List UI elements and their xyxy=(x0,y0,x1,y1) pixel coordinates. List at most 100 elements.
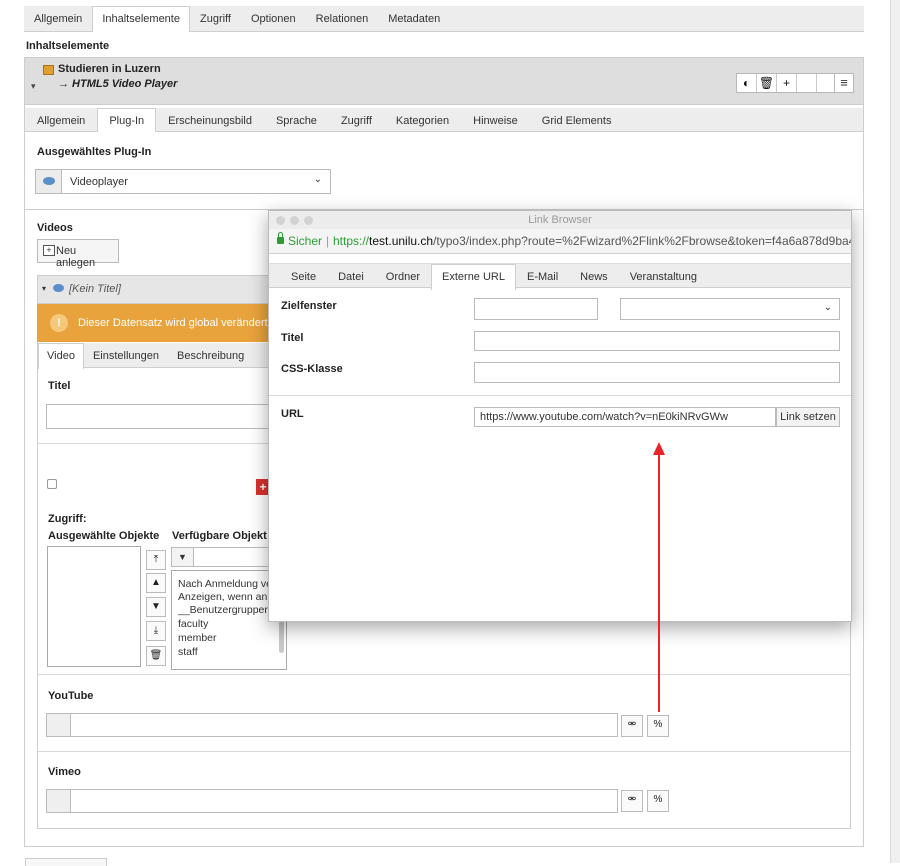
trash-icon[interactable]: 🗑 xyxy=(757,74,777,92)
css-class-label: CSS-Klasse xyxy=(281,363,343,375)
checkbox[interactable] xyxy=(47,479,57,489)
empty-button[interactable] xyxy=(797,74,817,92)
set-link-button[interactable]: Link setzen xyxy=(776,407,840,427)
link-type-tab-bar: Seite Datei Ordner Externe URL E-Mail Ne… xyxy=(269,263,851,290)
plus-icon[interactable]: + xyxy=(777,74,797,92)
link-browser-window: Link Browser Sicher | https://test.unilu… xyxy=(268,210,852,622)
youtube-input-addon xyxy=(47,714,71,736)
trash-icon[interactable]: 🗑 xyxy=(146,646,166,666)
link-icon[interactable]: % xyxy=(647,715,669,737)
address-url: https://test.unilu.ch/typo3/index.php?ro… xyxy=(333,229,851,253)
record-type-icon xyxy=(53,284,64,292)
divider xyxy=(38,751,850,752)
available-objects-label: Verfügbare Objekt xyxy=(172,530,267,542)
target-window-input[interactable] xyxy=(474,298,598,320)
tab-email[interactable]: E-Mail xyxy=(516,264,569,287)
tab-externe-url[interactable]: Externe URL xyxy=(431,264,516,290)
exclamation-icon: ! xyxy=(50,314,68,332)
tab-news[interactable]: News xyxy=(569,264,619,287)
chevron-down-icon: ⌄ xyxy=(313,174,322,185)
list-item[interactable]: Nach Anmeldung ve xyxy=(178,578,272,590)
tab-veranstaltung[interactable]: Veranstaltung xyxy=(619,264,708,287)
tab-metadaten[interactable]: Metadaten xyxy=(378,6,450,31)
inner-tab-plugin[interactable]: Plug-In xyxy=(97,108,157,134)
selected-objects-list[interactable] xyxy=(47,546,141,667)
vimeo-input[interactable] xyxy=(46,789,618,813)
target-window-select[interactable]: ⌄ xyxy=(620,298,840,320)
filter-box[interactable]: ▼ xyxy=(171,547,271,567)
link-browser-title: Link Browser xyxy=(528,214,592,226)
top-tab-bar: Allgemein Inhaltselemente Zugriff Option… xyxy=(24,6,864,32)
vimeo-label: Vimeo xyxy=(48,766,81,778)
move-up-icon[interactable]: ▲ xyxy=(146,573,166,593)
inner-tab-allgemein[interactable]: Allgemein xyxy=(25,108,97,131)
tab-seite[interactable]: Seite xyxy=(280,264,327,287)
list-item[interactable]: __Benutzergrupper xyxy=(178,604,268,616)
video-title-label: Titel xyxy=(48,380,71,392)
modal-divider xyxy=(269,395,851,396)
youtube-input[interactable] xyxy=(46,713,618,737)
plugin-select-value: Videoplayer xyxy=(70,176,128,188)
url-input[interactable]: https://www.youtube.com/watch?v=nE0kiNRv… xyxy=(474,407,776,427)
plugin-select-icon-box xyxy=(36,170,62,193)
address-bar[interactable]: Sicher | https://test.unilu.ch/typo3/ind… xyxy=(269,229,851,254)
video-title-input[interactable] xyxy=(46,404,276,429)
tab-zugriff[interactable]: Zugriff xyxy=(190,6,241,31)
header-button-group: ◐ 🗑 + xyxy=(736,73,838,93)
video-tab-beschreibung[interactable]: Beschreibung xyxy=(168,343,253,367)
new-record-icon: + xyxy=(43,245,55,256)
videoplayer-icon xyxy=(43,177,55,185)
tab-optionen[interactable]: Optionen xyxy=(241,6,306,31)
section-title: Inhaltselemente xyxy=(26,40,110,52)
content-element-title: Studieren in Luzern xyxy=(58,63,161,75)
inner-tab-bar: Allgemein Plug-In Erscheinungsbild Sprac… xyxy=(25,108,863,134)
inner-tab-sprache[interactable]: Sprache xyxy=(264,108,329,131)
content-element-icon xyxy=(43,65,54,75)
move-top-icon[interactable]: ⤒ xyxy=(146,550,166,570)
tab-allgemein[interactable]: Allgemein xyxy=(24,6,92,31)
move-down-icon[interactable]: ▼ xyxy=(146,597,166,617)
video-tab-einstellungen[interactable]: Einstellungen xyxy=(84,343,168,367)
collapse-caret-icon[interactable]: ▾ xyxy=(31,81,36,92)
link-browser-titlebar[interactable]: Link Browser xyxy=(269,211,851,229)
selected-objects-label: Ausgewählte Objekte xyxy=(48,530,160,542)
video-tab-video[interactable]: Video xyxy=(38,343,84,369)
hamburger-menu-icon[interactable]: ≡ xyxy=(834,73,854,93)
tab-datei[interactable]: Datei xyxy=(327,264,375,287)
tab-ordner[interactable]: Ordner xyxy=(375,264,431,287)
inner-tab-hinweise[interactable]: Hinweise xyxy=(461,108,530,131)
inner-tab-grid-elements[interactable]: Grid Elements xyxy=(530,108,624,131)
tab-inhaltselemente[interactable]: Inhaltselemente xyxy=(92,6,190,32)
lock-icon xyxy=(277,232,284,244)
link-title-input[interactable] xyxy=(474,331,840,351)
inner-tab-erscheinungsbild[interactable]: Erscheinungsbild xyxy=(156,108,264,131)
new-record-label: Neu anlegen xyxy=(56,245,96,269)
inner-tab-kategorien[interactable]: Kategorien xyxy=(384,108,461,131)
list-item[interactable]: Anzeigen, wenn an xyxy=(178,591,267,603)
youtube-label: YouTube xyxy=(48,690,94,702)
inner-tab-zugriff[interactable]: Zugriff xyxy=(329,108,384,131)
list-item[interactable]: staff xyxy=(178,646,198,658)
link-title-label: Titel xyxy=(281,332,304,344)
list-item[interactable]: faculty xyxy=(178,618,208,630)
vimeo-input-addon xyxy=(47,790,71,812)
new-record-button[interactable]: + Neu anlegen xyxy=(37,239,119,269)
plugin-select[interactable]: Videoplayer ⌄ xyxy=(35,169,331,194)
unlink-icon[interactable]: ⚮ xyxy=(621,790,643,812)
warning-text: Dieser Datensatz wird global verändert. xyxy=(78,317,271,329)
move-bottom-icon[interactable]: ⤓ xyxy=(146,621,166,641)
filter-icon: ▼ xyxy=(172,548,194,566)
bottom-stub-button[interactable] xyxy=(25,858,107,866)
page-scrollbar[interactable] xyxy=(890,0,900,863)
record-collapse-icon[interactable]: ▾ xyxy=(42,284,46,293)
list-item[interactable]: member xyxy=(178,632,217,644)
plugin-label: Ausgewähltes Plug-In xyxy=(37,146,152,158)
url-separator: | xyxy=(326,234,330,248)
css-class-input[interactable] xyxy=(474,362,840,383)
target-window-label: Zielfenster xyxy=(281,300,337,312)
content-element-subtitle: → HTML5 Video Player xyxy=(58,78,178,90)
unlink-icon[interactable]: ⚮ xyxy=(621,715,643,737)
toggle-visibility-icon[interactable]: ◐ xyxy=(737,74,757,92)
tab-relationen[interactable]: Relationen xyxy=(306,6,379,31)
link-icon[interactable]: % xyxy=(647,790,669,812)
